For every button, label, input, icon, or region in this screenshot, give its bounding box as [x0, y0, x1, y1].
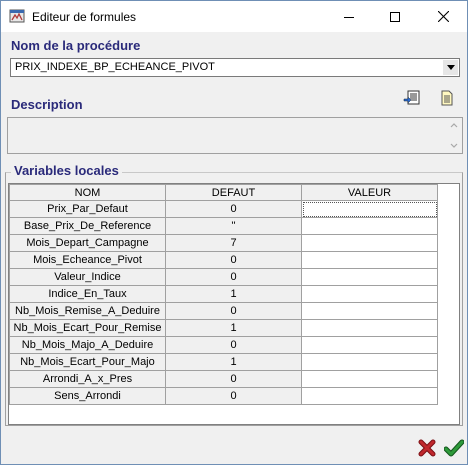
variable-default-cell: 0 — [165, 302, 302, 320]
close-button[interactable] — [420, 1, 466, 32]
table-row: Nb_Mois_Ecart_Pour_Remise 1 — [9, 319, 438, 337]
minimize-icon — [344, 16, 354, 18]
variable-name-cell: Nb_Mois_Ecart_Pour_Remise — [9, 319, 166, 337]
variable-value-cell[interactable] — [301, 387, 438, 405]
variables-table: NOM DEFAUT VALEUR Prix_Par_Defaut 0 Base_P… — [9, 184, 438, 405]
red-x-cancel-icon — [418, 439, 436, 457]
variable-default-cell: 0 — [165, 336, 302, 354]
variable-value-cell[interactable] — [301, 234, 438, 252]
description-textarea[interactable] — [7, 117, 463, 154]
import-document-icon[interactable] — [402, 89, 422, 107]
variable-value-cell[interactable] — [301, 200, 438, 218]
variable-default-cell: 0 — [165, 268, 302, 286]
variable-value-cell[interactable] — [301, 285, 438, 303]
table-row: Mois_Depart_Campagne 7 — [9, 234, 438, 252]
variables-grid: NOM DEFAUT VALEUR Prix_Par_Defaut 0 Base_P… — [8, 183, 460, 425]
maximize-button[interactable] — [372, 1, 418, 32]
variable-name-cell: Valeur_Indice — [9, 268, 166, 286]
green-check-ok-icon — [444, 439, 464, 457]
title-bar: Editeur de formules — [1, 1, 467, 32]
table-row: Mois_Echeance_Pivot 0 — [9, 251, 438, 269]
column-header-defaut: DEFAUT — [165, 184, 302, 201]
variable-value-cell[interactable] — [301, 251, 438, 269]
maximize-icon — [390, 11, 400, 22]
variable-name-cell: Arrondi_A_x_Pres — [9, 370, 166, 388]
variable-default-cell: 0 — [165, 251, 302, 269]
variable-value-cell[interactable] — [301, 336, 438, 354]
formula-editor-app-icon — [9, 8, 25, 24]
table-row: Nb_Mois_Majo_A_Deduire 0 — [9, 336, 438, 354]
table-row: Prix_Par_Defaut 0 — [9, 200, 438, 218]
scroll-down-icon — [450, 143, 458, 148]
procedure-label: Nom de la procédure — [11, 38, 141, 53]
variable-name-cell: Nb_Mois_Ecart_Pour_Majo — [9, 353, 166, 371]
procedure-select[interactable]: PRIX_INDEXE_BP_ECHEANCE_PIVOT — [10, 58, 460, 77]
variable-default-cell: 0 — [165, 370, 302, 388]
variable-name-cell: Indice_En_Taux — [9, 285, 166, 303]
variable-name-cell: Mois_Depart_Campagne — [9, 234, 166, 252]
table-row: Valeur_Indice 0 — [9, 268, 438, 286]
table-row: Indice_En_Taux 1 — [9, 285, 438, 303]
local-variables-label: Variables locales — [11, 163, 122, 178]
variable-default-cell: 7 — [165, 234, 302, 252]
variable-value-cell[interactable] — [301, 268, 438, 286]
variable-name-cell: Nb_Mois_Majo_A_Deduire — [9, 336, 166, 354]
table-row: Base_Prix_De_Reference '' — [9, 217, 438, 235]
variable-name-cell: Sens_Arrondi — [9, 387, 166, 405]
variable-value-cell[interactable] — [301, 217, 438, 235]
cancel-button[interactable] — [416, 437, 438, 459]
column-header-nom: NOM — [9, 184, 166, 201]
variable-default-cell: 1 — [165, 353, 302, 371]
variable-default-cell: 0 — [165, 200, 302, 218]
variable-default-cell: 1 — [165, 285, 302, 303]
table-header-row: NOM DEFAUT VALEUR — [9, 184, 438, 201]
chevron-down-icon[interactable] — [443, 60, 458, 75]
formula-editor-window: Editeur de formules Nom de la procédure … — [0, 0, 468, 465]
variable-value-cell[interactable] — [301, 370, 438, 388]
variable-name-cell: Mois_Echeance_Pivot — [9, 251, 166, 269]
variable-name-cell: Prix_Par_Defaut — [9, 200, 166, 218]
column-header-valeur: VALEUR — [301, 184, 438, 201]
scroll-up-icon — [450, 123, 458, 128]
table-row: Nb_Mois_Ecart_Pour_Majo 1 — [9, 353, 438, 371]
document-icon[interactable] — [437, 89, 457, 107]
table-row: Sens_Arrondi 0 — [9, 387, 438, 405]
description-label: Description — [11, 97, 83, 112]
table-row: Nb_Mois_Remise_A_Deduire 0 — [9, 302, 438, 320]
variable-value-cell[interactable] — [301, 353, 438, 371]
minimize-button[interactable] — [326, 1, 372, 32]
window-title: Editeur de formules — [32, 10, 137, 24]
procedure-selected-value: PRIX_INDEXE_BP_ECHEANCE_PIVOT — [15, 61, 215, 73]
variable-name-cell: Nb_Mois_Remise_A_Deduire — [9, 302, 166, 320]
description-scrollbar[interactable] — [446, 118, 462, 153]
variable-default-cell: 0 — [165, 387, 302, 405]
variable-name-cell: Base_Prix_De_Reference — [9, 217, 166, 235]
close-icon — [437, 11, 449, 22]
variable-value-cell[interactable] — [301, 302, 438, 320]
table-row: Arrondi_A_x_Pres 0 — [9, 370, 438, 388]
variable-default-cell: '' — [165, 217, 302, 235]
variable-default-cell: 1 — [165, 319, 302, 337]
variable-value-cell[interactable] — [301, 319, 438, 337]
ok-button[interactable] — [443, 437, 465, 459]
